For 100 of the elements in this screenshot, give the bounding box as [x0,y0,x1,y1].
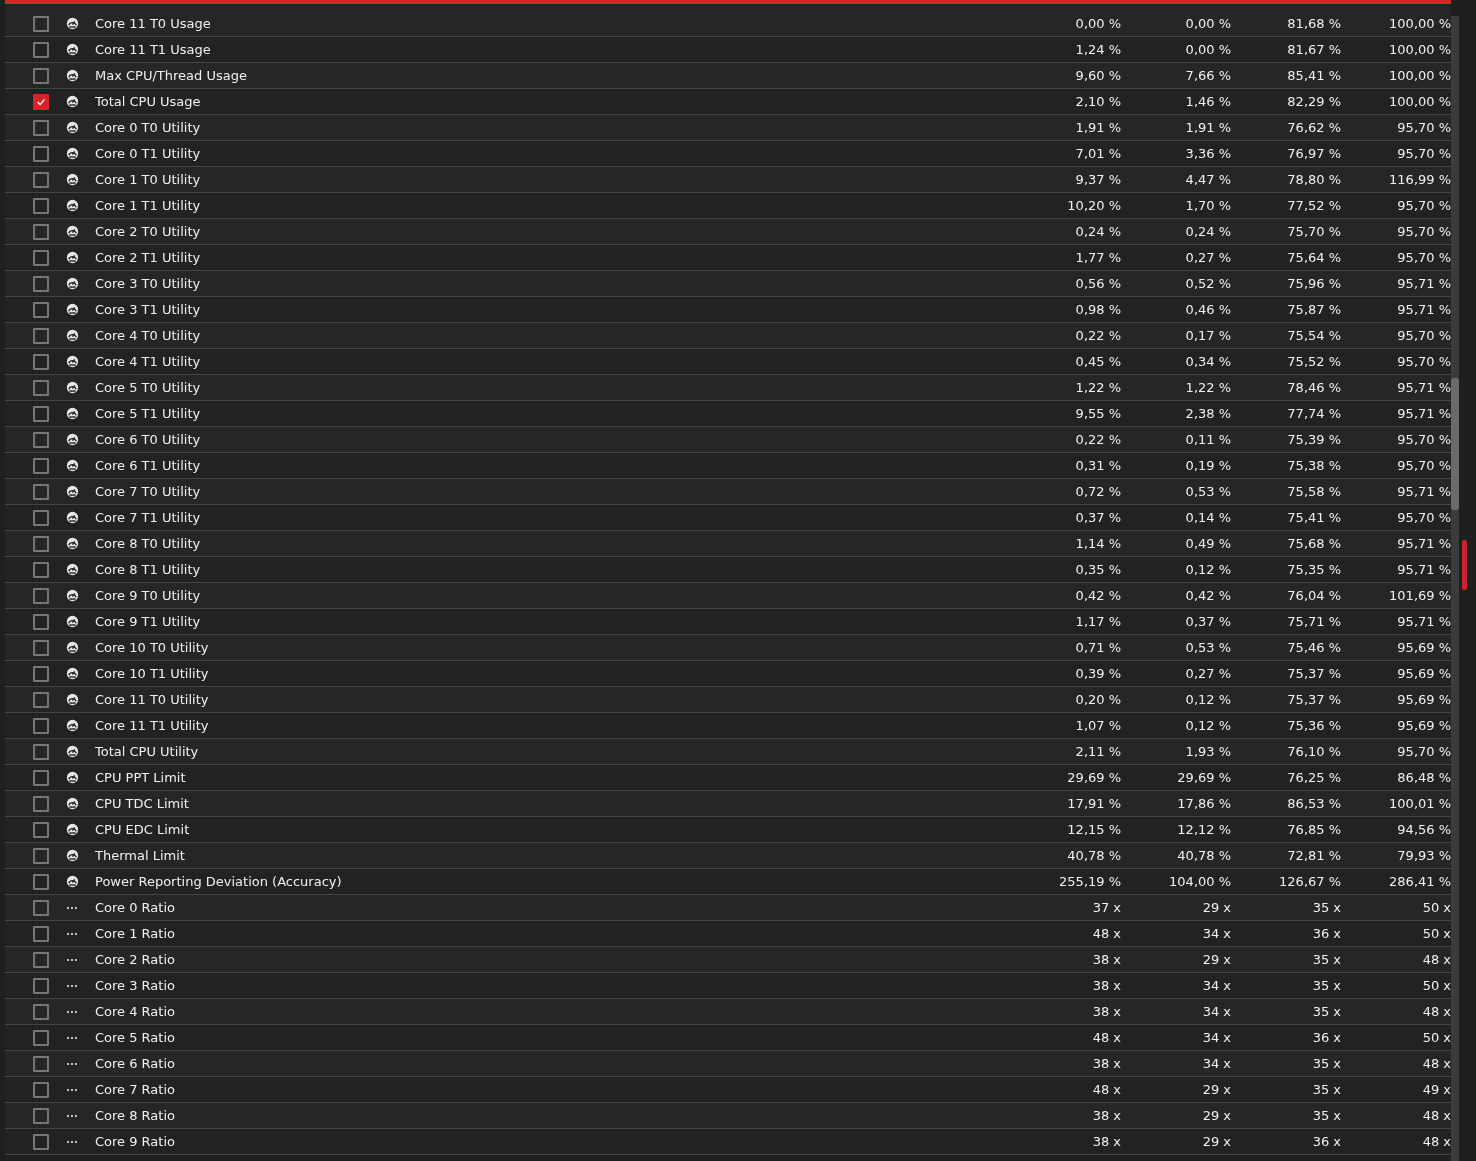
checkbox[interactable] [33,1003,49,1020]
sensor-value: 75,54 % [1286,328,1342,343]
checkbox[interactable] [33,925,49,942]
gauge-icon [66,277,79,290]
sensor-value: 1,24 % [1074,42,1122,57]
sensor-name: Core 6 T1 Utility [95,458,202,473]
checkbox[interactable] [33,1029,49,1046]
sensor-value: 75,71 % [1286,614,1342,629]
checkbox[interactable] [33,379,49,396]
sensor-value: 17,91 % [1066,796,1122,811]
sensor-value: 95,70 % [1396,744,1452,759]
checkbox[interactable] [33,171,49,188]
sensor-value: 81,68 % [1286,16,1342,31]
gauge-icon [66,43,79,56]
ellipsis-icon [66,957,78,962]
checkbox[interactable] [33,327,49,344]
sensor-value: 1,22 % [1184,380,1232,395]
sensor-name: Core 9 Ratio [95,1134,176,1149]
checkbox[interactable] [33,353,49,370]
sensor-value: 29,69 % [1066,770,1122,785]
sensor-value: 100,00 % [1388,16,1452,31]
sensor-name: Core 0 T1 Utility [95,146,202,161]
checkbox[interactable] [33,899,49,916]
sensor-value: 95,70 % [1396,120,1452,135]
sensor-value: 95,69 % [1396,666,1452,681]
checkbox[interactable] [33,691,49,708]
sensor-value: 95,71 % [1396,484,1452,499]
checkbox[interactable] [33,847,49,864]
gauge-icon [66,537,79,550]
sensor-value: 75,41 % [1286,510,1342,525]
checkbox[interactable] [33,431,49,448]
checkbox[interactable] [33,41,49,58]
checkbox[interactable] [33,613,49,630]
sensor-name: CPU PPT Limit [95,770,187,785]
checkbox[interactable] [33,639,49,656]
sensor-name: Core 7 T0 Utility [95,484,202,499]
checkbox[interactable] [33,587,49,604]
gauge-icon [66,251,79,264]
sensor-name: Core 4 T0 Utility [95,328,202,343]
checkbox[interactable] [33,1107,49,1124]
checkbox[interactable] [33,223,49,240]
sensor-value: 78,80 % [1286,172,1342,187]
checkbox[interactable] [33,1133,49,1150]
sensor-value: 35 x [1311,978,1342,993]
checkbox[interactable] [33,535,49,552]
sensor-value: 38 x [1091,1056,1122,1071]
sensor-name: Core 5 T1 Utility [95,406,202,421]
checkbox[interactable] [33,457,49,474]
sensor-value: 75,58 % [1286,484,1342,499]
checkbox[interactable] [33,977,49,994]
checkbox[interactable] [33,483,49,500]
scrollbar-thumb[interactable] [1451,378,1460,510]
sensor-value: 78,46 % [1286,380,1342,395]
sensor-name: Core 2 Ratio [95,952,176,967]
sensor-value: 0,12 % [1184,692,1232,707]
sensor-value: 75,36 % [1286,718,1342,733]
checkbox[interactable] [33,145,49,162]
sensor-value: 0,17 % [1184,328,1232,343]
checkbox[interactable] [33,197,49,214]
sensor-value: 48 x [1421,1134,1452,1149]
ellipsis-icon [66,931,78,936]
checkbox[interactable] [33,561,49,578]
checkbox[interactable] [33,743,49,760]
sensor-name: Core 7 T1 Utility [95,510,202,525]
checkbox[interactable] [33,67,49,84]
gauge-icon [66,693,79,706]
sensor-name: Power Reporting Deviation (Accuracy) [95,874,343,889]
checkbox[interactable] [33,795,49,812]
checkbox[interactable] [33,405,49,422]
checkbox[interactable] [33,717,49,734]
gauge-icon [66,771,79,784]
checkbox[interactable] [33,119,49,136]
checkbox[interactable] [33,1055,49,1072]
checkbox[interactable] [33,769,49,786]
checkbox[interactable] [33,1081,49,1098]
checkbox[interactable] [33,873,49,890]
sensor-name: Core 2 T0 Utility [95,224,202,239]
checkbox[interactable] [33,509,49,526]
checkbox[interactable] [33,821,49,838]
gauge-icon [66,667,79,680]
gauge-icon [66,199,79,212]
checkbox[interactable] [33,93,49,110]
sensor-value: 0,22 % [1074,328,1122,343]
checkbox[interactable] [33,275,49,292]
sensor-value: 38 x [1091,1108,1122,1123]
sensor-name: Core 5 Ratio [95,1030,176,1045]
sensor-value: 48 x [1091,1082,1122,1097]
checkbox[interactable] [33,301,49,318]
checkbox[interactable] [33,15,49,32]
sensor-value: 2,10 % [1074,94,1122,109]
sensor-value: 29,69 % [1176,770,1232,785]
sensor-value: 0,24 % [1074,224,1122,239]
sensor-name: Total CPU Utility [95,744,200,759]
checkbox[interactable] [33,951,49,968]
checkbox[interactable] [33,665,49,682]
sensor-value: 0,14 % [1184,510,1232,525]
sensor-value: 76,25 % [1286,770,1342,785]
sensor-value: 0,37 % [1074,510,1122,525]
sensor-value: 34 x [1201,1030,1232,1045]
checkbox[interactable] [33,249,49,266]
